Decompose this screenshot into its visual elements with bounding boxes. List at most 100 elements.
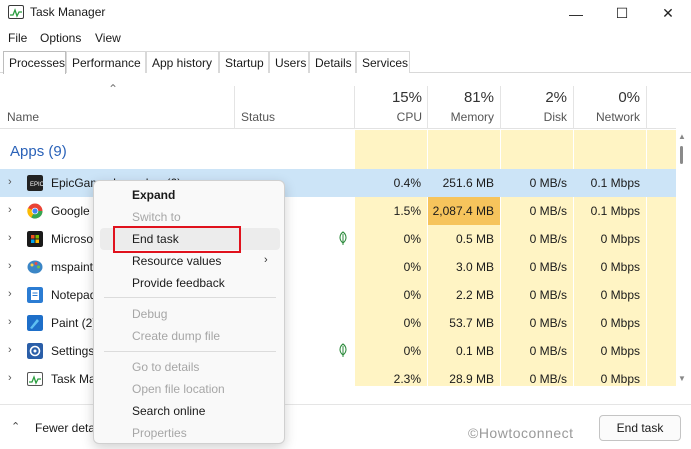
menu-bar: File Options View (0, 28, 691, 48)
process-name: Settings (51, 344, 95, 358)
menu-separator (104, 297, 276, 298)
menu-item-resource-values[interactable]: Resource values (132, 254, 221, 268)
menu-item-go-to-details: Go to details (132, 360, 200, 374)
column-divider[interactable] (646, 86, 647, 129)
menu-view[interactable]: View (95, 31, 121, 45)
column-divider[interactable] (234, 86, 235, 129)
tab-users[interactable]: Users (269, 51, 309, 73)
menu-file[interactable]: File (8, 31, 27, 45)
menu-item-search-online[interactable]: Search online (132, 404, 205, 418)
chevron-right-icon[interactable]: › (8, 316, 12, 328)
mspaint-icon (27, 260, 43, 274)
column-header-row: ⌃ Name Status 15% CPU 81% Memory 2% Disk… (0, 82, 676, 129)
task-manager-icon (27, 372, 43, 386)
cpu-cell: 0% (403, 344, 421, 358)
disk-cell: 0 MB/s (529, 260, 567, 274)
menu-item-open-file-location: Open file location (132, 382, 225, 396)
chevron-up-icon[interactable]: ⌃ (11, 420, 20, 433)
scroll-up-icon[interactable]: ▲ (678, 132, 686, 141)
tab-strip: Processes Performance App history Startu… (0, 51, 691, 74)
cpu-cell: 2.3% (393, 372, 421, 386)
cpu-cell: 1.5% (393, 204, 421, 218)
disk-cell: 0 MB/s (529, 372, 567, 386)
annotation-highlight-box (113, 226, 241, 253)
maximize-icon: ☐ (615, 5, 629, 21)
vertical-scrollbar[interactable]: ▲ ▼ (678, 130, 686, 386)
cpu-cell: 0% (403, 288, 421, 302)
chrome-icon (27, 203, 43, 219)
memory-cell: 251.6 MB (442, 176, 494, 190)
chevron-right-icon[interactable]: › (8, 260, 12, 272)
tab-performance[interactable]: Performance (66, 51, 146, 73)
column-disk[interactable]: Disk (503, 110, 567, 124)
minimize-button[interactable]: — (553, 0, 599, 27)
network-cell: 0 Mbps (600, 260, 640, 274)
tab-app-history[interactable]: App history (146, 51, 219, 73)
cpu-cell: 0% (403, 232, 421, 246)
memory-cell: 0.1 MB (455, 344, 494, 358)
disk-cell: 0 MB/s (529, 204, 567, 218)
close-icon: ✕ (662, 5, 674, 21)
cpu-cell: 0.4% (393, 176, 421, 190)
column-divider[interactable] (500, 86, 501, 129)
cpu-cell: 0% (403, 260, 421, 274)
network-cell: 0 Mbps (600, 344, 640, 358)
scroll-down-icon[interactable]: ▼ (678, 374, 686, 383)
menu-separator (104, 351, 276, 352)
window-title: Task Manager (30, 5, 106, 19)
network-cell: 0.1 Mbps (590, 204, 640, 218)
network-cell: 0 Mbps (600, 232, 640, 246)
sort-caret-icon[interactable]: ⌃ (108, 82, 118, 96)
title-bar: Task Manager — ☐ ✕ (0, 0, 691, 27)
network-cell: 0 Mbps (600, 372, 640, 386)
column-cpu[interactable]: CPU (360, 110, 422, 124)
maximize-button[interactable]: ☐ (599, 0, 645, 27)
process-name: Notepad (51, 288, 97, 302)
end-task-button[interactable]: End task (599, 415, 681, 441)
column-divider[interactable] (354, 86, 355, 129)
network-cell: 0.1 Mbps (590, 176, 640, 190)
network-cell: 0 Mbps (600, 316, 640, 330)
efficiency-mode-icon (339, 343, 347, 357)
efficiency-mode-icon (339, 231, 347, 245)
context-menu: Expand Switch to End task Resource value… (93, 180, 285, 444)
chevron-right-icon[interactable]: › (8, 344, 12, 356)
disk-cell: 0 MB/s (529, 316, 567, 330)
menu-item-create-dump-file: Create dump file (132, 329, 221, 343)
close-button[interactable]: ✕ (645, 0, 691, 27)
column-network[interactable]: Network (576, 110, 640, 124)
chevron-right-icon[interactable]: › (8, 204, 12, 216)
menu-item-provide-feedback[interactable]: Provide feedback (132, 276, 225, 290)
disk-cell: 0 MB/s (529, 176, 567, 190)
group-header-apps: Apps (9) (10, 143, 67, 160)
tab-details[interactable]: Details (309, 51, 356, 73)
cpu-percent: 15% (391, 89, 422, 106)
tab-startup[interactable]: Startup (219, 51, 269, 73)
menu-item-expand[interactable]: Expand (132, 188, 175, 202)
disk-cell: 0 MB/s (529, 288, 567, 302)
menu-options[interactable]: Options (40, 31, 81, 45)
column-memory[interactable]: Memory (430, 110, 494, 124)
column-divider[interactable] (427, 86, 428, 129)
cpu-cell: 0% (403, 316, 421, 330)
column-status[interactable]: Status (241, 110, 275, 124)
memory-cell: 2.2 MB (455, 288, 494, 302)
chevron-right-icon[interactable]: › (8, 372, 12, 384)
paint-icon (27, 315, 43, 331)
disk-percent: 2% (545, 89, 567, 106)
column-divider[interactable] (573, 86, 574, 129)
chevron-right-icon[interactable]: › (8, 288, 12, 300)
task-manager-app-icon (8, 5, 24, 19)
chevron-right-icon[interactable]: › (8, 176, 12, 188)
chevron-right-icon[interactable]: › (8, 232, 12, 244)
tab-processes[interactable]: Processes (3, 51, 66, 74)
process-name: Paint (2) (51, 316, 97, 330)
network-percent: 0% (618, 89, 640, 106)
scrollbar-thumb[interactable] (680, 146, 683, 164)
column-name[interactable]: Name (7, 110, 39, 124)
tab-services[interactable]: Services (356, 51, 410, 73)
disk-cell: 0 MB/s (529, 232, 567, 246)
menu-item-switch-to: Switch to (132, 210, 181, 224)
store-icon (27, 231, 43, 247)
menu-item-properties: Properties (132, 426, 187, 440)
